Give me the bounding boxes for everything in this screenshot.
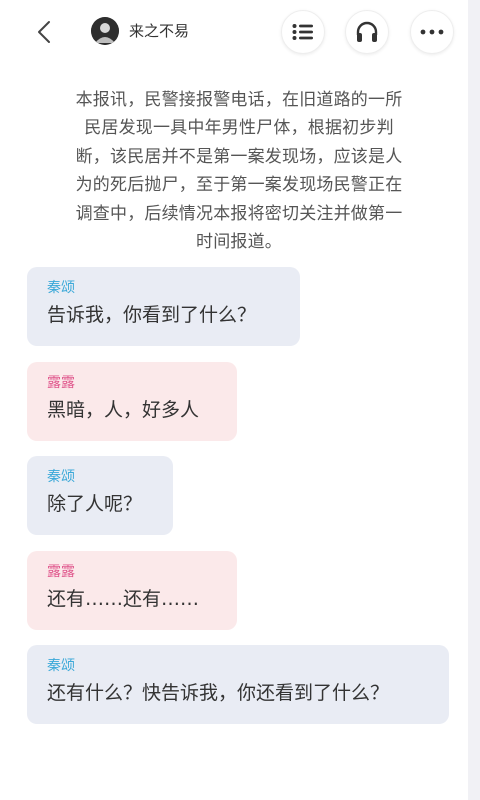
- message-text: 除了人呢？: [47, 493, 143, 515]
- speaker-name: 秦颂: [47, 469, 75, 485]
- message-text: 黑暗，人，好多人: [47, 399, 200, 421]
- chat-bubble-qin: 秦颂 还有什么？快告诉我，你还看到了什么？: [27, 645, 449, 724]
- chat-bubble-lu: 露露 黑暗，人，好多人: [27, 362, 237, 441]
- message-text: 还有什么？快告诉我，你还看到了什么？: [47, 682, 390, 704]
- headphones-icon: [356, 21, 378, 42]
- avatar[interactable]: [91, 17, 119, 45]
- back-icon: [38, 21, 50, 43]
- list-button[interactable]: [281, 10, 325, 54]
- narration-text: 本报讯，民警接报警电话，在旧道路的一所民居发现一具中年男性尸体，根据初步判断，该…: [75, 90, 403, 253]
- speaker-name: 露露: [47, 375, 75, 391]
- speaker-name: 露露: [47, 564, 75, 580]
- audio-button[interactable]: [345, 10, 389, 54]
- list-icon: [292, 24, 313, 40]
- scroll-edge: [468, 0, 480, 800]
- more-icon: [420, 29, 444, 35]
- author-name[interactable]: 来之不易: [129, 21, 189, 41]
- top-bar: 来之不易: [0, 0, 468, 64]
- chat-bubble-lu: 露露 还有……还有……: [27, 551, 237, 630]
- speaker-name: 秦颂: [47, 658, 75, 674]
- back-button[interactable]: [30, 16, 58, 48]
- message-text: 还有……还有……: [47, 588, 200, 610]
- chat-bubble-qin: 秦颂 告诉我，你看到了什么？: [27, 267, 300, 346]
- message-text: 告诉我，你看到了什么？: [47, 304, 257, 326]
- speaker-name: 秦颂: [47, 280, 75, 296]
- chat-bubble-qin: 秦颂 除了人呢？: [27, 456, 173, 535]
- more-button[interactable]: [410, 10, 454, 54]
